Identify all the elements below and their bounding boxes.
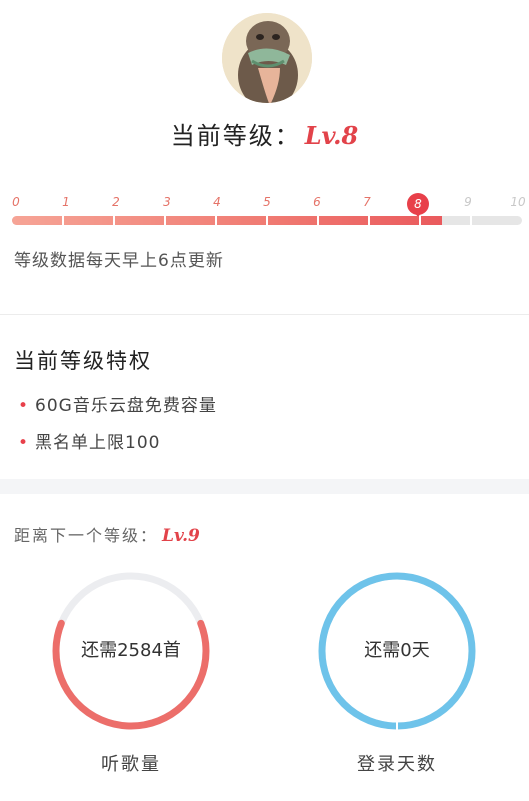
section-band [0,479,529,494]
update-note: 等级数据每天早上6点更新 [14,251,224,271]
level-tick-label: 10 [510,195,526,209]
privileges-title: 当前等级特权 [14,349,152,373]
next-level-heading: 距离下一个等级： Lv.9 [14,522,200,546]
privilege-item: • 60G音乐云盘免费容量 [18,391,217,416]
level-separator [266,216,268,225]
avatar-illustration [222,13,312,103]
level-tick-label: 3 [163,195,171,209]
bullet-dot-icon: • [18,396,30,416]
level-tick-label: 7 [363,195,371,209]
level-tick-label: 4 [213,195,221,209]
listen-count-ring: 还需2584首 [50,570,212,732]
current-level-heading: 当前等级： Lv.8 [0,116,529,151]
level-separator [368,216,370,225]
listen-count-remaining: 还需2584首 [81,640,181,661]
level-tick-label: 5 [263,195,271,209]
current-level-marker: 8 [407,193,429,217]
level-separator [419,216,421,225]
level-tick-label: 6 [313,195,321,209]
level-separator [470,216,472,225]
level-progress-bar: 0 1 2 3 4 5 6 7 8 9 10 [12,193,526,233]
privilege-item: • 黑名单上限100 [18,428,160,453]
progress-fill [12,216,442,225]
progress-track [12,216,522,225]
level-tick-label: 0 [12,195,20,209]
login-days-ring: 还需0天 [316,570,478,732]
next-level-label: 距离下一个等级： [14,526,159,545]
bullet-dot-icon: • [18,433,30,453]
privilege-item-text: 黑名单上限100 [35,433,161,453]
level-separator [62,216,64,225]
section-divider [0,314,529,315]
level-tick-label: 1 [62,195,70,209]
current-level-badge: Lv.8 [304,121,359,150]
login-days-caption: 登录天数 [357,754,437,775]
login-days-remaining: 还需0天 [364,640,430,661]
user-avatar[interactable] [222,13,312,103]
privilege-item-text: 60G音乐云盘免费容量 [35,396,217,416]
level-separator [164,216,166,225]
level-separator [317,216,319,225]
listen-count-caption: 听歌量 [101,754,161,775]
level-separator [113,216,115,225]
next-level-badge: Lv.9 [162,526,200,546]
level-separator [215,216,217,225]
level-tick-label: 9 [464,195,472,209]
current-level-label: 当前等级： [170,122,301,150]
level-tick-label: 2 [112,195,120,209]
